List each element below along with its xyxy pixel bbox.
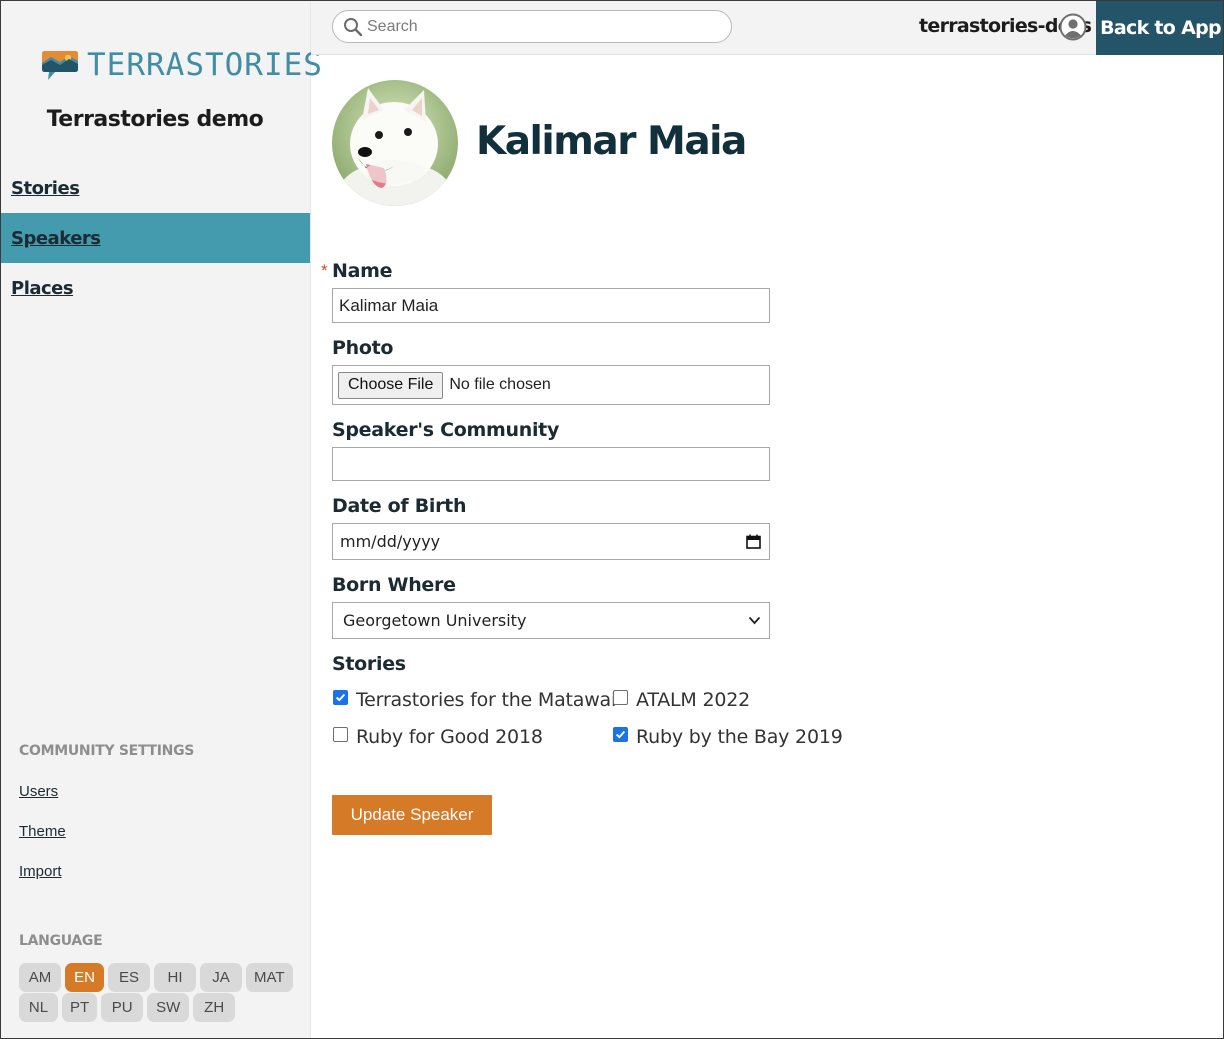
lang-button-pt[interactable]: PT — [62, 993, 98, 1022]
story-label: ATALM 2022 — [636, 689, 751, 711]
story-label: Ruby by the Bay 2019 — [636, 726, 843, 748]
date-placeholder: mm/dd/yyyy — [340, 532, 441, 551]
born-where-selected-value: Georgetown University — [343, 611, 527, 630]
search-icon — [344, 17, 363, 36]
dog-photo-illustration — [332, 80, 458, 206]
logo-text: TERRASTORIES — [87, 47, 323, 83]
top-bar: terrastories-docs Back to App — [311, 1, 1223, 55]
settings-link-users[interactable]: Users — [19, 783, 58, 800]
language-row-2: NL PT PU SW ZH — [19, 993, 236, 1022]
language-heading: LANGUAGE — [19, 933, 103, 949]
nav-item-speakers[interactable]: Speakers — [1, 213, 310, 263]
lang-button-hi[interactable]: HI — [154, 963, 196, 992]
speech-bubble-logo-icon — [42, 51, 78, 80]
story-label: Terrastories for the Matawai — [356, 689, 617, 711]
lang-button-en[interactable]: EN — [65, 963, 104, 992]
speaker-title: Kalimar Maia — [476, 119, 747, 164]
name-input[interactable]: Kalimar Maia — [332, 288, 770, 323]
stories-label: Stories — [332, 653, 406, 675]
checkbox-checked-icon[interactable] — [613, 726, 628, 742]
nav-link-stories[interactable]: Stories — [11, 178, 80, 199]
nav-item-stories[interactable]: Stories — [1, 163, 310, 213]
settings-link-import[interactable]: Import — [19, 863, 62, 880]
story-checkbox-ruby-for-good-2018[interactable]: Ruby for Good 2018 — [333, 726, 543, 748]
nav-item-places[interactable]: Places — [1, 263, 310, 313]
community-name: Terrastories demo — [46, 107, 264, 132]
lang-button-nl[interactable]: NL — [19, 993, 58, 1022]
story-label: Ruby for Good 2018 — [356, 726, 543, 748]
required-marker: * — [321, 261, 328, 280]
name-label: Name — [332, 260, 393, 282]
user-avatar-icon[interactable] — [1059, 13, 1087, 41]
file-status-text: No file chosen — [449, 376, 551, 393]
calendar-icon[interactable] — [746, 534, 761, 549]
nav-link-speakers[interactable]: Speakers — [11, 228, 101, 249]
back-to-app-button[interactable]: Back to App — [1096, 1, 1223, 55]
checkbox-unchecked-icon[interactable] — [613, 689, 628, 705]
photo-label: Photo — [332, 337, 394, 359]
app-window: TERRASTORIES Terrastories demo Stories S… — [0, 0, 1224, 1039]
chevron-down-icon — [748, 616, 761, 625]
date-of-birth-input[interactable]: mm/dd/yyyy — [332, 523, 770, 560]
speaker-community-input[interactable] — [332, 447, 770, 481]
story-checkbox-terrastories-for-the-matawai[interactable]: Terrastories for the Matawai — [333, 689, 616, 711]
choose-file-button[interactable]: Choose File — [338, 371, 444, 399]
update-speaker-button[interactable]: Update Speaker — [332, 795, 492, 835]
lang-button-pu[interactable]: PU — [101, 993, 144, 1022]
lang-button-am[interactable]: AM — [19, 963, 61, 992]
search-box[interactable] — [332, 10, 732, 43]
born-where-select[interactable]: Georgetown University — [332, 602, 770, 639]
date-of-birth-label: Date of Birth — [332, 495, 467, 517]
lang-button-mat[interactable]: MAT — [246, 963, 293, 992]
checkbox-unchecked-icon[interactable] — [333, 726, 348, 742]
sidebar: TERRASTORIES Terrastories demo Stories S… — [1, 1, 322, 1038]
born-where-label: Born Where — [332, 574, 456, 596]
story-checkbox-atalm-2022[interactable]: ATALM 2022 — [613, 689, 750, 711]
lang-button-sw[interactable]: SW — [147, 993, 190, 1022]
search-input[interactable] — [367, 17, 707, 36]
terrastories-logo[interactable]: TERRASTORIES — [41, 45, 323, 85]
lang-button-zh[interactable]: ZH — [193, 993, 236, 1022]
lang-button-es[interactable]: ES — [108, 963, 150, 992]
story-checkbox-ruby-by-the-bay-2019[interactable]: Ruby by the Bay 2019 — [613, 726, 843, 748]
photo-file-input[interactable]: Choose File No file chosen — [332, 365, 770, 405]
nav-link-places[interactable]: Places — [11, 278, 74, 299]
community-settings-heading: COMMUNITY SETTINGS — [19, 743, 195, 759]
lang-button-ja[interactable]: JA — [200, 963, 242, 992]
settings-link-theme[interactable]: Theme — [19, 823, 66, 840]
checkbox-checked-icon[interactable] — [333, 689, 348, 705]
speaker-photo — [332, 80, 458, 206]
language-row-1: AM EN ES HI JA MAT — [19, 963, 293, 992]
speaker-community-label: Speaker's Community — [332, 419, 560, 441]
